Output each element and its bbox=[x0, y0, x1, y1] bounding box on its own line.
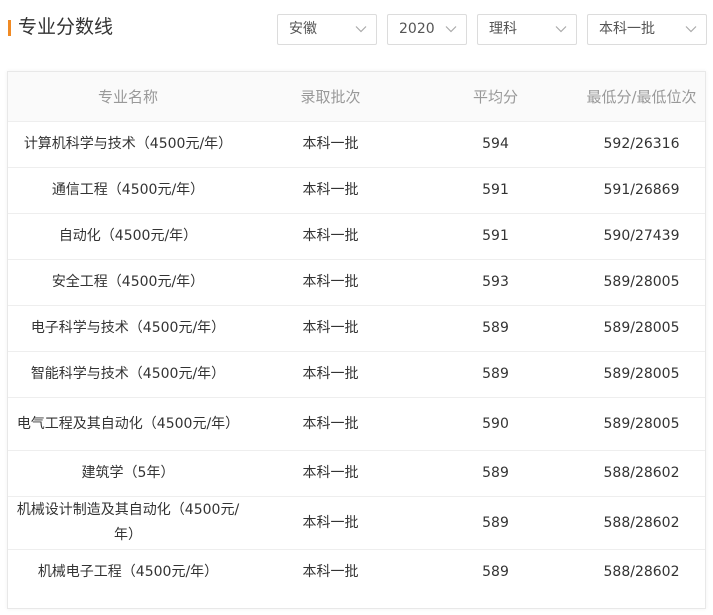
admission-batch: 本科一批 bbox=[248, 121, 413, 168]
table-row: 电气工程及其自动化（4500元/年） 本科一批 590 589/28005 bbox=[8, 397, 705, 451]
column-header-major: 专业名称 bbox=[8, 72, 248, 122]
min-score-rank: 589/28005 bbox=[578, 259, 705, 306]
score-table-container: 专业名称 录取批次 平均分 最低分/最低位次 计算机科学与技术（4500元/年）… bbox=[7, 71, 706, 609]
average-score: 593 bbox=[413, 259, 578, 306]
min-score-rank: 588/28602 bbox=[578, 450, 705, 497]
average-score: 590 bbox=[413, 397, 578, 451]
admission-batch: 本科一批 bbox=[248, 450, 413, 497]
chevron-down-icon bbox=[555, 26, 567, 33]
major-name: 智能科学与技术（4500元/年） bbox=[8, 351, 248, 398]
table-row: 建筑学（5年） 本科一批 589 588/28602 bbox=[8, 450, 705, 497]
min-score-rank: 592/26316 bbox=[578, 121, 705, 168]
province-select-value: 安徽 bbox=[289, 21, 317, 37]
column-header-batch: 录取批次 bbox=[248, 72, 413, 122]
average-score: 594 bbox=[413, 121, 578, 168]
major-name: 建筑学（5年） bbox=[8, 450, 248, 497]
average-score: 589 bbox=[413, 305, 578, 352]
average-score: 591 bbox=[413, 213, 578, 260]
average-score: 589 bbox=[413, 496, 578, 550]
major-name: 机械电子工程（4500元/年） bbox=[37, 564, 219, 580]
admission-batch: 本科一批 bbox=[248, 351, 413, 398]
admission-batch: 本科一批 bbox=[248, 167, 413, 214]
admission-batch: 本科一批 bbox=[248, 259, 413, 306]
title-accent-bar bbox=[8, 20, 11, 36]
province-select[interactable]: 安徽 bbox=[277, 14, 377, 45]
min-score-rank: 589/28005 bbox=[578, 397, 705, 451]
major-name: 通信工程（4500元/年） bbox=[8, 167, 248, 214]
average-score: 589 bbox=[482, 564, 509, 580]
table-row: 电子科学与技术（4500元/年） 本科一批 589 589/28005 bbox=[8, 305, 705, 352]
major-name: 机械设计制造及其自动化（4500元/年） bbox=[8, 496, 248, 550]
header: 专业分数线 安徽 2020 理科 本科一批 bbox=[0, 0, 713, 60]
min-score-rank: 588/28602 bbox=[578, 496, 705, 550]
major-name: 计算机科学与技术（4500元/年） bbox=[8, 121, 248, 168]
batch-select[interactable]: 本科一批 bbox=[587, 14, 707, 45]
min-score-rank: 589/28005 bbox=[578, 351, 705, 398]
average-score: 591 bbox=[413, 167, 578, 214]
min-score-rank: 590/27439 bbox=[578, 213, 705, 260]
year-select[interactable]: 2020 bbox=[387, 14, 467, 45]
table-row: 智能科学与技术（4500元/年） 本科一批 589 589/28005 bbox=[8, 351, 705, 398]
major-name: 电气工程及其自动化（4500元/年） bbox=[8, 397, 248, 451]
admission-batch: 本科一批 bbox=[248, 213, 413, 260]
major-name: 电子科学与技术（4500元/年） bbox=[8, 305, 248, 352]
min-score-rank: 588/28602 bbox=[603, 564, 680, 580]
year-select-value: 2020 bbox=[399, 21, 435, 37]
table-header-row: 专业名称 录取批次 平均分 最低分/最低位次 bbox=[8, 72, 705, 122]
chevron-down-icon bbox=[355, 26, 367, 33]
admission-batch: 本科一批 bbox=[248, 397, 413, 451]
chevron-down-icon bbox=[685, 26, 697, 33]
page-title: 专业分数线 bbox=[18, 16, 114, 38]
major-name: 自动化（4500元/年） bbox=[8, 213, 248, 260]
table-row: 通信工程（4500元/年） 本科一批 591 591/26869 bbox=[8, 167, 705, 214]
table-row: 自动化（4500元/年） 本科一批 591 590/27439 bbox=[8, 213, 705, 260]
table-row: 安全工程（4500元/年） 本科一批 593 589/28005 bbox=[8, 259, 705, 306]
batch-select-value: 本科一批 bbox=[599, 21, 655, 37]
chevron-down-icon bbox=[445, 26, 457, 33]
average-score: 589 bbox=[413, 351, 578, 398]
admission-batch: 本科一批 bbox=[248, 305, 413, 352]
subject-select[interactable]: 理科 bbox=[477, 14, 577, 45]
min-score-rank: 589/28005 bbox=[578, 305, 705, 352]
column-header-min-score-rank: 最低分/最低位次 bbox=[578, 72, 705, 122]
column-header-average: 平均分 bbox=[413, 72, 578, 122]
admission-batch: 本科一批 bbox=[248, 496, 413, 550]
min-score-rank: 591/26869 bbox=[578, 167, 705, 214]
subject-select-value: 理科 bbox=[489, 21, 517, 37]
table-row: 机械电子工程（4500元/年） 本科一批 589 588/28602 bbox=[8, 550, 705, 596]
table-row: 机械设计制造及其自动化（4500元/年） 本科一批 589 588/28602 bbox=[8, 496, 705, 550]
major-name: 安全工程（4500元/年） bbox=[8, 259, 248, 306]
admission-batch: 本科一批 bbox=[302, 564, 359, 580]
average-score: 589 bbox=[413, 450, 578, 497]
table-row: 计算机科学与技术（4500元/年） 本科一批 594 592/26316 bbox=[8, 121, 705, 168]
score-table: 专业名称 录取批次 平均分 最低分/最低位次 计算机科学与技术（4500元/年）… bbox=[8, 72, 705, 595]
